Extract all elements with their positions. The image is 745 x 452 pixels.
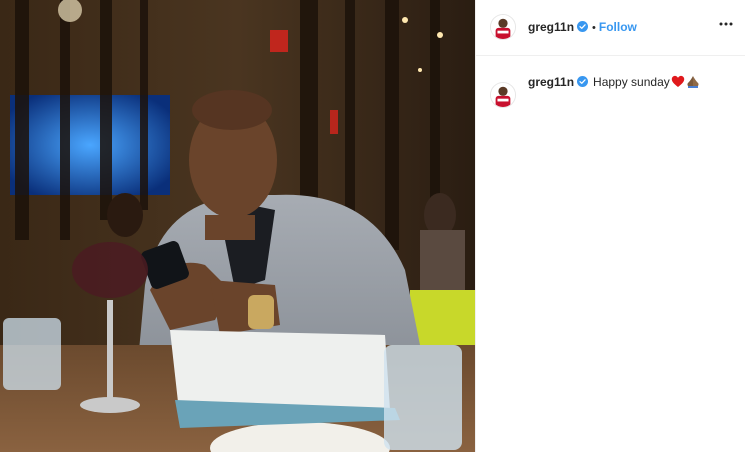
caption-line: greg11n Happy sunday [528,75,700,89]
folded-hands-emoji [686,75,700,88]
verified-badge-icon [577,76,589,87]
verified-badge-icon [577,21,589,32]
separator-dot: • [592,22,596,34]
avatar[interactable] [490,14,516,40]
red-heart-emoji [671,75,685,88]
post-header: greg11n • Follow [476,0,745,56]
profile-avatar-icon [491,83,515,107]
post-side-panel: greg11n • Follow greg11n Happy sunday [475,0,745,452]
caption-username[interactable]: greg11n [528,75,574,89]
header-line: greg11n • Follow [528,20,637,34]
post-photo[interactable] [0,0,475,452]
caption-avatar[interactable] [490,82,516,108]
more-options-icon[interactable] [718,16,734,32]
header-username[interactable]: greg11n [528,20,574,34]
follow-button[interactable]: Follow [599,20,637,34]
profile-avatar-icon [491,15,515,39]
caption-text: Happy sunday [593,75,670,89]
photo-image [0,0,475,452]
